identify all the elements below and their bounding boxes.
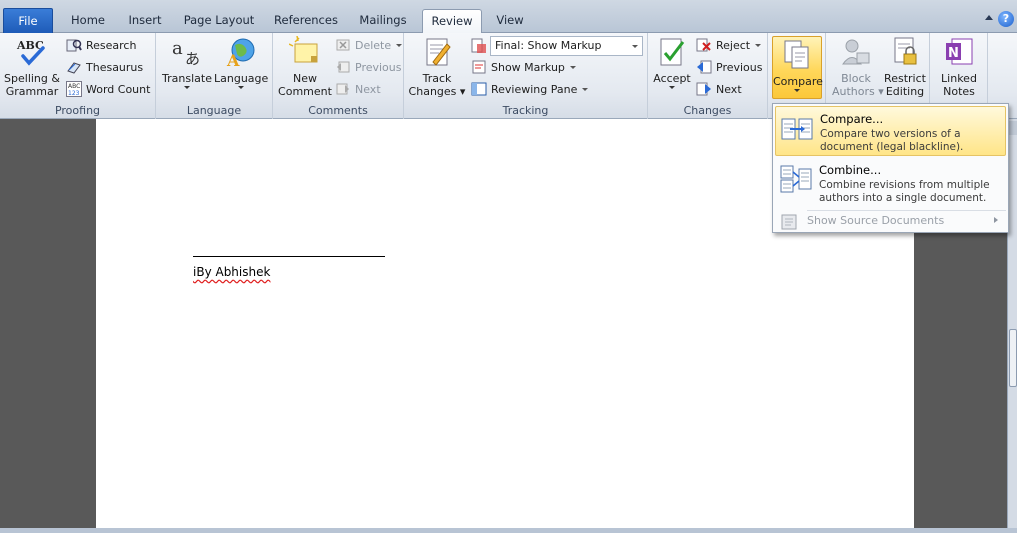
group-language: aあ Translate A Language Language [156,33,273,119]
submenu-arrow-icon [994,217,998,223]
accept-button[interactable]: Accept [650,36,694,91]
track-changes-label: Changes ▾ [408,85,466,98]
block-authors-icon [840,36,872,68]
minimize-ribbon-icon[interactable] [985,15,993,20]
combine-documents-icon [780,164,812,194]
track-changes-button[interactable]: Track Changes ▾ [408,36,466,98]
ribbon-tab-bar: File Home Insert Page Layout References … [0,0,1017,34]
next-change-button[interactable]: Next [696,80,742,100]
tab-mailings[interactable]: Mailings [350,9,416,33]
accept-dropdown-icon [650,85,694,91]
compare-icon [781,39,813,71]
svg-text:あ: あ [185,50,200,68]
svg-text:A: A [226,51,240,68]
svg-text:a: a [172,38,183,59]
menu-item-combine[interactable]: Combine... Combine revisions from multip… [775,158,1006,208]
spelling-grammar-button[interactable]: ABC Spelling & Grammar [3,36,61,98]
svg-text:ABC: ABC [68,83,80,90]
tab-references[interactable]: References [270,9,342,33]
group-tracking: Track Changes ▾ Final: Show Markup Show … [404,33,648,119]
help-area: ? [983,10,1017,30]
word-count-button[interactable]: ABC 123 Word Count [66,80,150,100]
reject-button[interactable]: Reject [696,36,762,56]
next-comment-button[interactable]: Next [335,80,381,100]
show-markup-dropdown-icon [569,66,576,69]
compare-documents-icon [781,115,813,145]
new-comment-icon [288,35,321,68]
previous-comment-icon [335,59,351,75]
reviewing-pane-dropdown-icon [582,88,589,91]
language-globe-icon: A [225,36,257,70]
research-button[interactable]: Research [66,36,136,56]
restrict-editing-button[interactable]: Restrict Editing [882,36,928,98]
translate-icon: aあ [171,36,203,68]
group-comments: New Comment Delete Previous Next Comment… [273,33,404,119]
ruler-toggle-icon[interactable] [1009,121,1017,135]
menu-item-compare[interactable]: Compare... Compare two versions of a doc… [775,106,1006,156]
research-icon [66,37,82,53]
show-source-documents-icon [781,214,797,230]
compare-button[interactable]: Compare [772,36,823,99]
language-button[interactable]: A Language [214,36,268,91]
menu-item-show-source-documents[interactable]: Show Source Documents [775,212,1006,231]
reviewing-pane-icon [471,81,487,97]
delete-comment-icon [335,37,351,53]
svg-text:123: 123 [68,90,80,97]
tab-insert[interactable]: Insert [121,9,169,33]
next-comment-icon [335,81,351,97]
word-count-icon: ABC 123 [66,81,82,97]
tab-review[interactable]: Review [422,9,482,34]
language-dropdown-icon [214,85,268,91]
thesaurus-button[interactable]: Thesaurus [66,58,143,78]
track-changes-icon [421,36,453,68]
group-label-language: Language [186,104,242,117]
previous-change-icon [696,59,712,75]
onenote-icon: N [943,36,975,68]
show-markup-icon [471,59,487,75]
signature-line [193,256,385,257]
tab-file[interactable]: File [3,8,53,33]
display-for-review-icon [471,38,487,54]
block-authors-label: Authors ▾ [832,85,884,98]
show-markup-button[interactable]: Show Markup [471,58,576,78]
tab-page-layout[interactable]: Page Layout [177,9,261,33]
block-authors-button[interactable]: Block Authors ▾ [832,36,884,98]
thesaurus-icon [66,59,82,75]
svg-text:N: N [948,46,959,61]
group-label-tracking: Tracking [502,104,549,117]
tab-home[interactable]: Home [63,9,113,33]
previous-comment-button[interactable]: Previous [335,58,402,78]
translate-dropdown-icon [161,85,213,91]
group-changes: Accept Reject Previous Next Changes [648,33,768,119]
next-change-icon [696,81,712,97]
display-for-review-combo[interactable]: Final: Show Markup [490,36,643,56]
group-label-changes: Changes [683,104,732,117]
compare-dropdown-menu: Compare... Compare two versions of a doc… [772,103,1009,233]
delete-comment-button[interactable]: Delete [335,36,403,56]
scrollbar-thumb[interactable] [1009,329,1017,387]
combo-dropdown-icon[interactable] [632,45,638,48]
group-label-proofing: Proofing [54,104,101,117]
tab-view[interactable]: View [488,9,532,33]
menu-separator [807,210,1006,211]
linked-notes-button[interactable]: N Linked Notes [934,36,984,98]
translate-button[interactable]: aあ Translate [161,36,213,91]
restrict-editing-icon [889,36,921,68]
new-comment-button[interactable]: New Comment [277,35,333,98]
previous-change-button[interactable]: Previous [696,58,763,78]
reviewing-pane-button[interactable]: Reviewing Pane [471,80,589,100]
help-icon[interactable]: ? [998,11,1014,27]
document-byline-text[interactable]: iBy Abhishek [193,265,270,279]
reject-dropdown-icon [755,44,762,47]
spelling-abc-icon: ABC [16,36,48,68]
group-label-comments: Comments [308,104,368,117]
group-proofing: ABC Spelling & Grammar Research Thesauru… [0,33,156,119]
accept-icon [656,36,688,68]
compare-dropdown-icon [773,88,821,94]
reject-icon [696,37,712,53]
delete-dropdown-icon [396,44,403,47]
status-bar [0,528,1017,533]
